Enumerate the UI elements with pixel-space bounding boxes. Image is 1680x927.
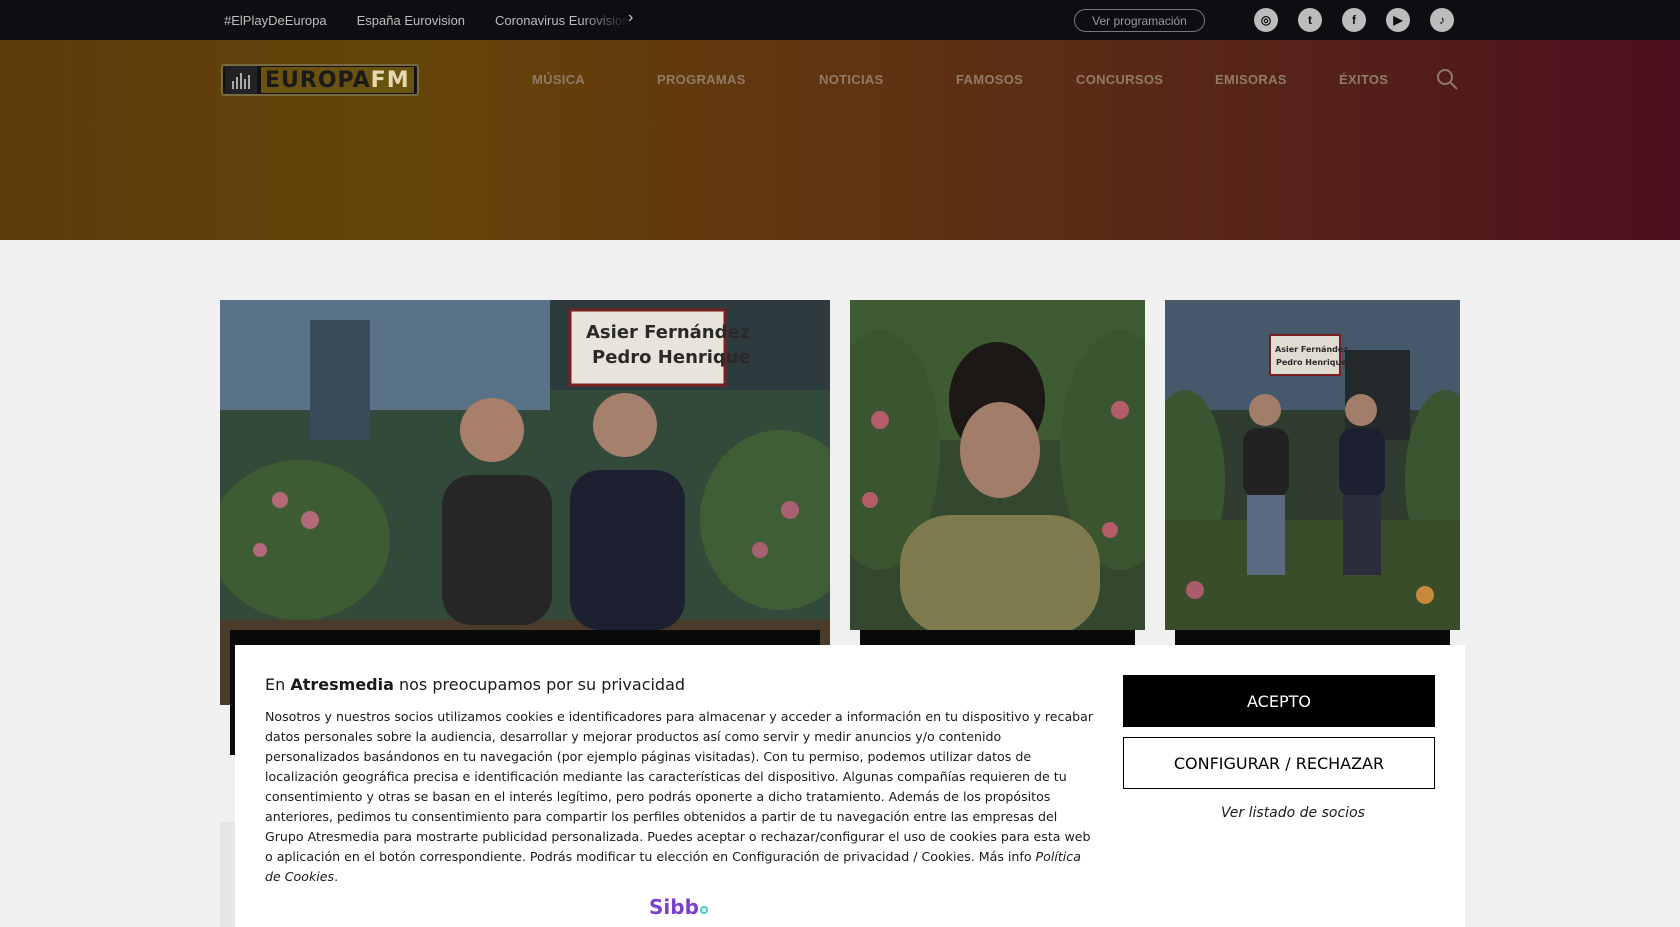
top-bar: #ElPlayDeEuropa España Eurovision Corona… xyxy=(0,0,1680,40)
cookie-consent-dialog: En Atresmedia nos preocupamos por su pri… xyxy=(235,645,1465,927)
nav-item-musica[interactable]: MÚSICA xyxy=(532,72,585,87)
consent-title: En Atresmedia nos preocupamos por su pri… xyxy=(265,675,685,694)
consent-text: Nosotros y nuestros socios utilizamos co… xyxy=(265,707,1095,887)
twitter-icon[interactable]: t xyxy=(1298,8,1322,32)
card-image xyxy=(850,300,1145,630)
card-caption xyxy=(1175,630,1450,645)
news-card[interactable]: Asier Fernández Pedro Henrique xyxy=(1165,300,1460,645)
youtube-icon[interactable]: ▶ xyxy=(1386,8,1410,32)
search-icon[interactable] xyxy=(1436,68,1458,90)
card-image: Asier Fernández Pedro Henrique xyxy=(1165,300,1460,630)
trending-link[interactable]: #ElPlayDeEuropa xyxy=(224,13,327,28)
trending-link[interactable]: España Eurovision xyxy=(357,13,465,28)
svg-text:Pedro Henrique: Pedro Henrique xyxy=(592,347,751,368)
site-header: EUROPA FM MÚSICA PROGRAMAS NOTICIAS FAMOS… xyxy=(0,40,1680,240)
consent-title-prefix: En xyxy=(265,675,286,694)
main-nav: MÚSICA PROGRAMAS NOTICIAS FAMOSOS CONCUR… xyxy=(0,72,1680,92)
chevron-right-icon[interactable]: › xyxy=(628,9,633,27)
tiktok-icon[interactable]: ♪ xyxy=(1430,8,1454,32)
nav-item-noticias[interactable]: NOTICIAS xyxy=(819,72,884,87)
trending-links: #ElPlayDeEuropa España Eurovision Corona… xyxy=(224,0,629,40)
svg-text:Asier Fernández: Asier Fernández xyxy=(586,322,750,343)
partners-list-link[interactable]: Ver listado de socios xyxy=(1123,805,1463,821)
card-caption xyxy=(860,630,1135,645)
svg-text:Asier Fernández: Asier Fernández xyxy=(1275,345,1348,354)
consent-title-brand: Atresmedia xyxy=(290,675,394,694)
consent-title-suffix: nos preocupamos por su privacidad xyxy=(399,675,686,694)
nav-item-concursos[interactable]: CONCURSOS xyxy=(1076,72,1163,87)
consent-body-end: . xyxy=(334,869,339,884)
nav-item-programas[interactable]: PROGRAMAS xyxy=(657,72,746,87)
news-card[interactable] xyxy=(850,300,1145,645)
accept-button[interactable]: ACEPTO xyxy=(1123,675,1435,727)
consent-body: Nosotros y nuestros socios utilizamos co… xyxy=(265,709,1094,864)
schedule-button[interactable]: Ver programación xyxy=(1074,9,1205,32)
facebook-icon[interactable]: f xyxy=(1342,8,1366,32)
instagram-icon[interactable]: ◎ xyxy=(1254,8,1278,32)
page: #ElPlayDeEuropa España Eurovision Corona… xyxy=(0,0,1680,927)
nav-item-exitos[interactable]: ÉXITOS xyxy=(1339,72,1388,87)
links-fade xyxy=(580,0,630,40)
sibbo-logo: Sibb xyxy=(649,895,708,919)
nav-item-emisoras[interactable]: EMISORAS xyxy=(1215,72,1287,87)
configure-reject-button[interactable]: CONFIGURAR / RECHAZAR xyxy=(1123,737,1435,789)
nav-item-famosos[interactable]: FAMOSOS xyxy=(956,72,1023,87)
svg-text:Pedro Henrique: Pedro Henrique xyxy=(1276,358,1347,367)
